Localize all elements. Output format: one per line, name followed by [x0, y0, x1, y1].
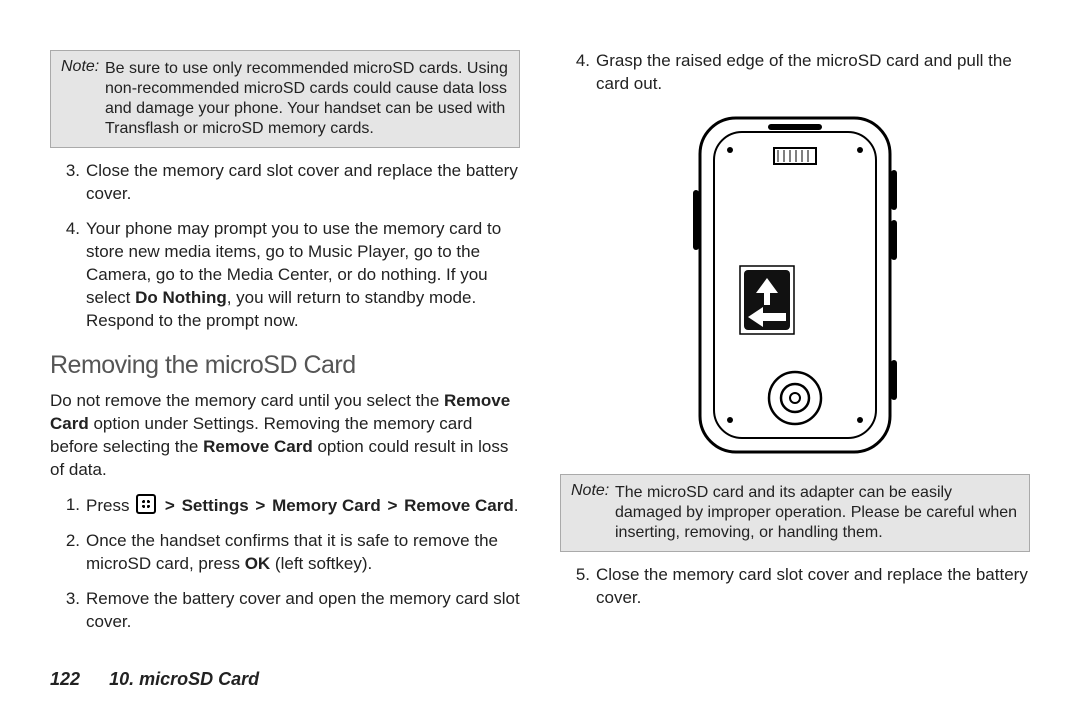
- ok-bold: OK: [245, 554, 271, 573]
- step-body: Your phone may prompt you to use the mem…: [86, 218, 520, 333]
- step-2: 2. Once the handset confirms that it is …: [50, 530, 520, 576]
- step-number: 3.: [50, 588, 86, 634]
- path-remove-card: Remove Card: [404, 496, 514, 515]
- left-column: Note: Be sure to use only recommended mi…: [50, 50, 520, 720]
- do-nothing-bold: Do Nothing: [135, 288, 227, 307]
- note-body: The microSD card and its adapter can be …: [571, 483, 1019, 543]
- note-box-top: Note: Be sure to use only recommended mi…: [50, 50, 520, 148]
- remove-steps-continued: 4. Grasp the raised edge of the microSD …: [560, 50, 1030, 96]
- step-number: 2.: [50, 530, 86, 576]
- text: Do not remove the memory card until you …: [50, 391, 444, 410]
- remove-steps-final: 5. Close the memory card slot cover and …: [560, 564, 1030, 610]
- gt-icon: >: [387, 496, 397, 515]
- step-1: 1. Press > Settings > Memory Card > Remo…: [50, 494, 520, 518]
- step-number: 3.: [50, 160, 86, 206]
- step-3: 3. Close the memory card slot cover and …: [50, 160, 520, 206]
- remove-steps: 1. Press > Settings > Memory Card > Remo…: [50, 494, 520, 634]
- path-settings: Settings: [182, 496, 249, 515]
- section-title: 10. microSD Card: [109, 669, 259, 689]
- remove-card-bold: Remove Card: [203, 437, 313, 456]
- intro-paragraph: Do not remove the memory card until you …: [50, 390, 520, 482]
- step-body: Press > Settings > Memory Card > Remove …: [86, 494, 520, 518]
- step-body: Grasp the raised edge of the microSD car…: [596, 50, 1030, 96]
- step-4: 4. Your phone may prompt you to use the …: [50, 218, 520, 333]
- gt-icon: >: [255, 496, 265, 515]
- note-label: Note:: [61, 58, 99, 75]
- phone-back-illustration: [690, 110, 900, 460]
- gt-icon: >: [165, 496, 175, 515]
- step-4: 4. Grasp the raised edge of the microSD …: [560, 50, 1030, 96]
- step-3: 3. Remove the battery cover and open the…: [50, 588, 520, 634]
- page-number: 122: [50, 669, 80, 689]
- heading-removing: Removing the microSD Card: [50, 349, 520, 383]
- text: (left softkey).: [270, 554, 372, 573]
- step-number: 4.: [560, 50, 596, 96]
- microsd-slot-icon: [744, 270, 790, 330]
- step-body: Once the handset confirms that it is saf…: [86, 530, 520, 576]
- note-box-bottom: Note: The microSD card and its adapter c…: [560, 474, 1030, 552]
- step-body: Close the memory card slot cover and rep…: [596, 564, 1030, 610]
- step-body: Remove the battery cover and open the me…: [86, 588, 520, 634]
- insert-steps-continued: 3. Close the memory card slot cover and …: [50, 160, 520, 333]
- text: .: [514, 496, 519, 515]
- note-label: Note:: [571, 482, 609, 499]
- step-body: Close the memory card slot cover and rep…: [86, 160, 520, 206]
- step-5: 5. Close the memory card slot cover and …: [560, 564, 1030, 610]
- path-memory-card: Memory Card: [272, 496, 381, 515]
- step-number: 4.: [50, 218, 86, 333]
- step-number: 5.: [560, 564, 596, 610]
- note-body: Be sure to use only recommended microSD …: [61, 59, 509, 139]
- right-column: 4. Grasp the raised edge of the microSD …: [560, 50, 1030, 720]
- manual-page: Note: Be sure to use only recommended mi…: [0, 0, 1080, 720]
- text: Press: [86, 496, 134, 515]
- page-footer: 122 10. microSD Card: [50, 669, 259, 690]
- menu-key-icon: [136, 494, 156, 514]
- step-number: 1.: [50, 494, 86, 518]
